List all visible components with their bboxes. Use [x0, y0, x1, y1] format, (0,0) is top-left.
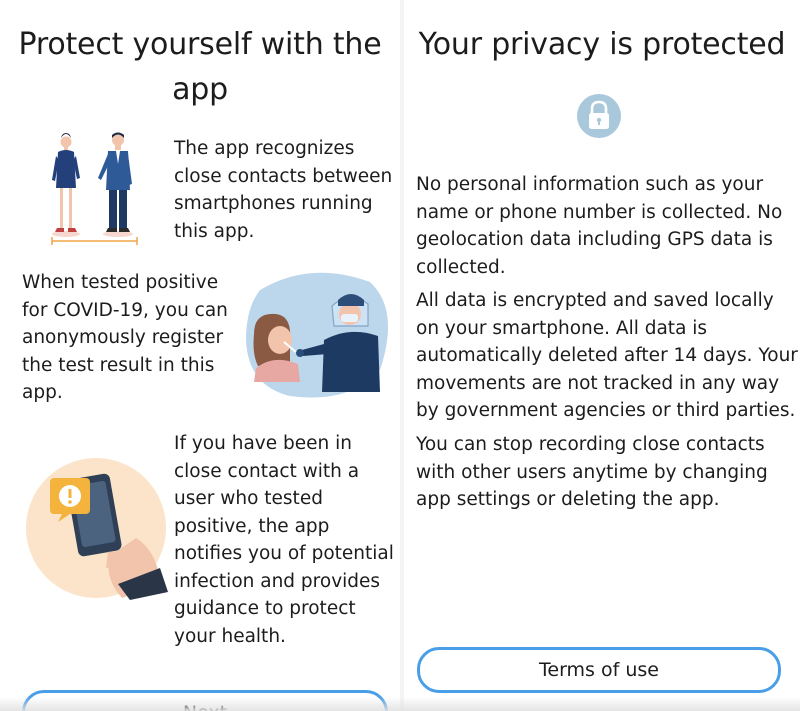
privacy-paragraph-encryption: All data is encrypted and saved locally … — [416, 290, 798, 421]
terms-of-use-button[interactable]: Terms of use — [417, 647, 781, 693]
intro-paragraph-notification: If you have been in close contact with a… — [174, 433, 394, 647]
page-title: Your privacy is protected — [418, 27, 786, 62]
lock-icon — [577, 94, 621, 138]
privacy-paragraph-no-personal-info: No personal information such as your nam… — [416, 174, 783, 278]
people-distance-icon — [51, 132, 138, 245]
privacy-paragraph-stop-recording: You can stop recording close contacts wi… — [416, 434, 768, 510]
onboarding-panel-left: Protect yourself with the app The app re… — [0, 0, 400, 711]
covid-test-icon — [246, 272, 388, 398]
page-title: Protect yourself with the app — [18, 27, 382, 107]
onboarding-panel-right: Your privacy is protected No personal in… — [404, 0, 800, 711]
phone-alert-icon — [26, 458, 168, 600]
bottom-shadow — [0, 697, 800, 711]
intro-paragraph-register-result: When tested positive for COVID-19, you c… — [22, 272, 228, 403]
intro-paragraph-close-contacts: The app recognizes close contacts betwee… — [174, 138, 393, 242]
